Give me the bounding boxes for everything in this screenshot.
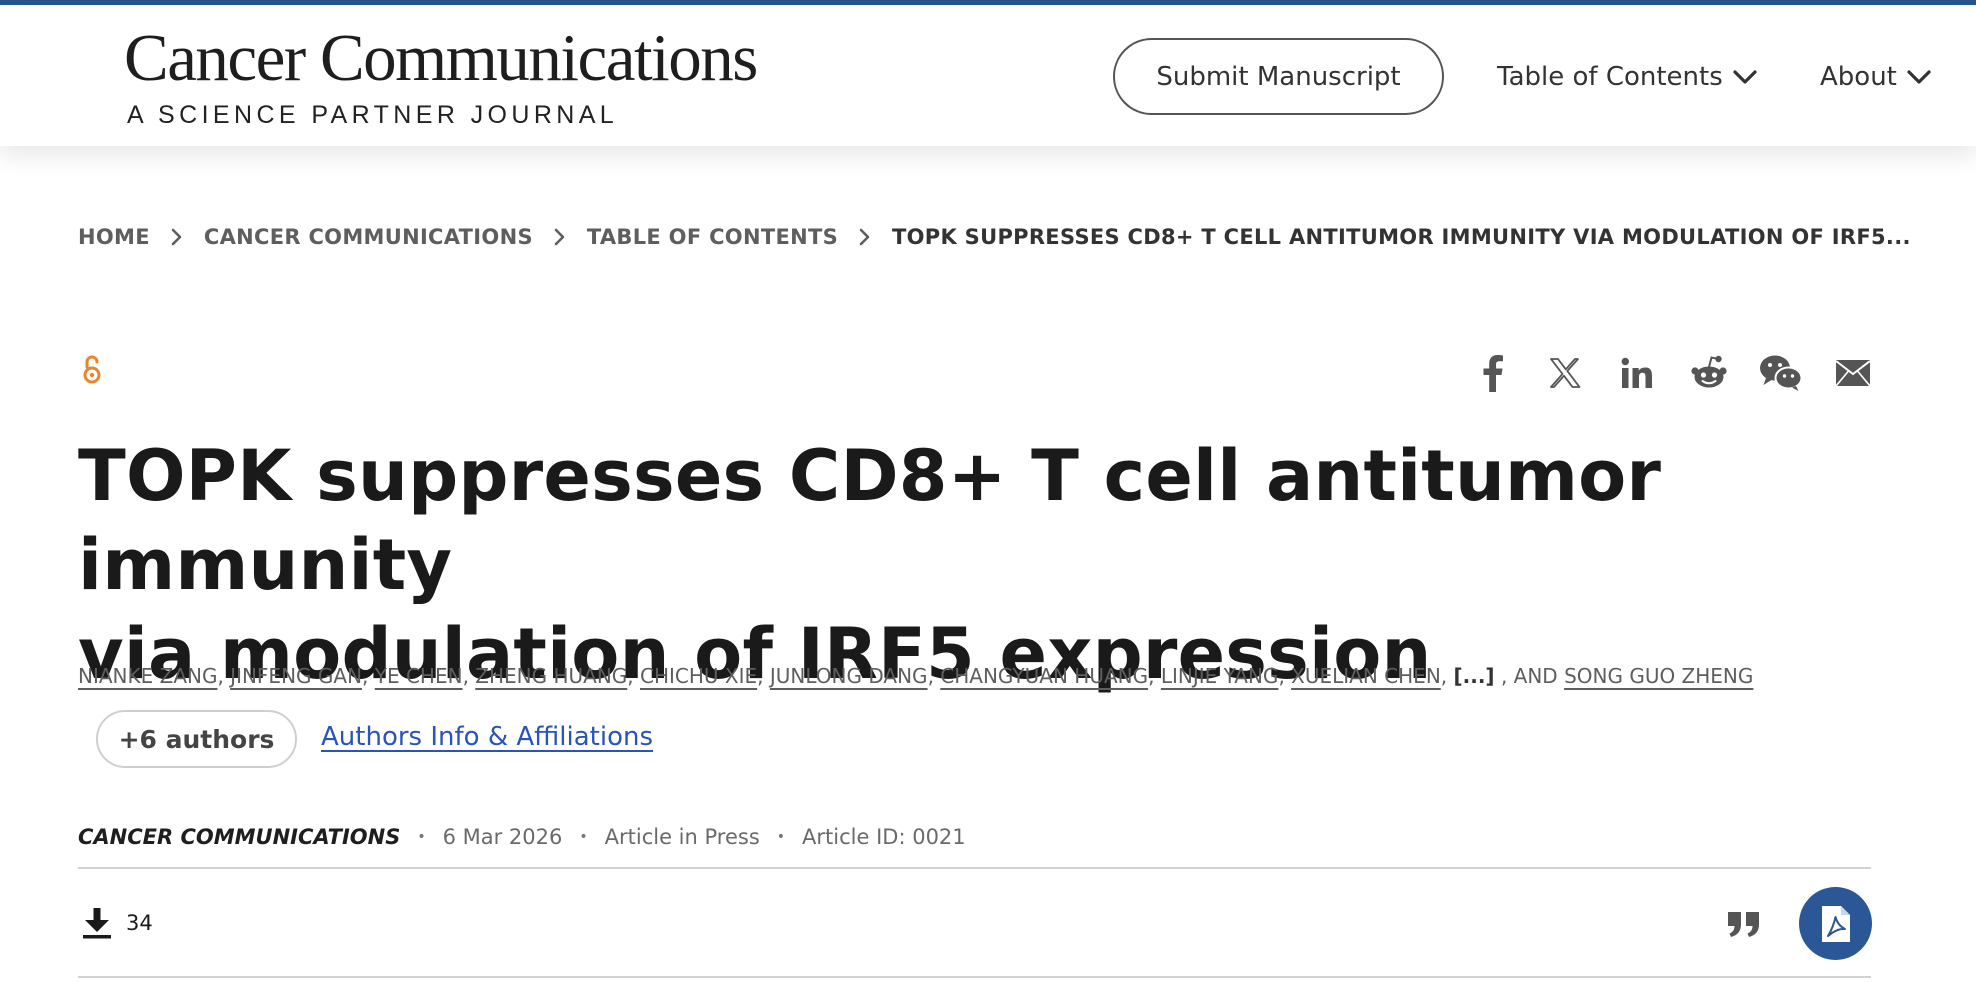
- nav-about-label: About: [1820, 62, 1897, 92]
- author-link[interactable]: CHICHU XIE: [640, 664, 757, 688]
- article-id: Article ID: 0021: [802, 825, 966, 849]
- chevron-right-icon: [554, 228, 566, 246]
- reddit-icon[interactable]: [1686, 350, 1732, 396]
- author-link[interactable]: XUELIAN CHEN: [1291, 664, 1441, 688]
- journal-logo[interactable]: Cancer Communications A SCIENCE PARTNER …: [124, 21, 758, 130]
- breadcrumb-table-of-contents[interactable]: TABLE OF CONTENTS: [587, 225, 838, 249]
- chevron-right-icon: [859, 228, 871, 246]
- email-icon[interactable]: [1830, 350, 1876, 396]
- cite-quote-icon[interactable]: [1724, 904, 1764, 944]
- article-meta: CANCER COMMUNICATIONS • 6 Mar 2026 • Art…: [78, 822, 966, 852]
- authors-ellipsis[interactable]: [...]: [1454, 664, 1495, 688]
- journal-name[interactable]: CANCER COMMUNICATIONS: [78, 825, 400, 849]
- linkedin-icon[interactable]: [1614, 350, 1660, 396]
- divider: [78, 976, 1871, 978]
- pdf-icon: [1821, 905, 1850, 942]
- logo-subtitle: A SCIENCE PARTNER JOURNAL: [127, 101, 619, 129]
- facebook-icon[interactable]: [1470, 350, 1516, 396]
- article-status: Article in Press: [604, 825, 760, 849]
- chevron-down-icon: [1907, 70, 1931, 84]
- chevron-down-icon: [1733, 70, 1757, 84]
- x-icon[interactable]: [1542, 350, 1588, 396]
- author-link[interactable]: JINFENG GAN: [230, 664, 362, 688]
- meta-separator: •: [579, 829, 588, 845]
- share-bar: [1470, 350, 1876, 396]
- open-access-icon: [82, 354, 102, 390]
- breadcrumb-journal[interactable]: CANCER COMMUNICATIONS: [204, 225, 533, 249]
- author-link[interactable]: SONG GUO ZHENG: [1564, 664, 1753, 688]
- downloads-metric[interactable]: 34: [82, 905, 153, 941]
- divider: [78, 867, 1871, 869]
- more-authors-button[interactable]: +6 authors: [96, 710, 297, 768]
- logo-title: Cancer Communications: [124, 21, 758, 95]
- meta-separator: •: [776, 829, 786, 845]
- download-icon: [83, 908, 111, 939]
- nav-about[interactable]: About: [1820, 57, 1932, 97]
- downloads-count: 34: [126, 911, 153, 935]
- publication-date: 6 Mar 2026: [442, 825, 563, 849]
- breadcrumb-current-article: TOPK SUPPRESSES CD8+ T CELL ANTITUMOR IM…: [892, 225, 1911, 249]
- nav-table-of-contents-label: Table of Contents: [1497, 62, 1723, 92]
- authors-and: , AND: [1500, 664, 1558, 688]
- meta-separator: •: [417, 829, 426, 845]
- breadcrumb-home[interactable]: HOME: [78, 225, 150, 249]
- article-title-line-1: TOPK suppresses CD8+ T cell antitumor im…: [78, 435, 1662, 606]
- author-link[interactable]: YE CHEN: [375, 664, 463, 688]
- site-header: Cancer Communications A SCIENCE PARTNER …: [0, 5, 1976, 146]
- article-title: TOPK suppresses CD8+ T cell antitumor im…: [78, 432, 1898, 699]
- submit-manuscript-button[interactable]: Submit Manuscript: [1113, 38, 1444, 115]
- author-link[interactable]: NIANKE ZANG: [78, 664, 217, 688]
- chevron-right-icon: [171, 228, 183, 246]
- authors-affiliations-link[interactable]: Authors Info & Affiliations: [321, 722, 653, 752]
- author-list: NIANKE ZANG, JINFENG GAN, YE CHEN, ZHENG…: [78, 664, 1754, 688]
- author-link[interactable]: CHANGYUAN HUANG: [940, 664, 1148, 688]
- nav-table-of-contents[interactable]: Table of Contents: [1497, 57, 1758, 97]
- author-link[interactable]: ZHENG HUANG: [475, 664, 627, 688]
- author-link[interactable]: JUNLONG DANG: [770, 664, 928, 688]
- pdf-download-button[interactable]: [1799, 887, 1872, 960]
- breadcrumb: HOME CANCER COMMUNICATIONS TABLE OF CONT…: [78, 222, 1911, 252]
- wechat-icon[interactable]: [1758, 350, 1804, 396]
- author-link[interactable]: LINJIE YANG: [1161, 664, 1279, 688]
